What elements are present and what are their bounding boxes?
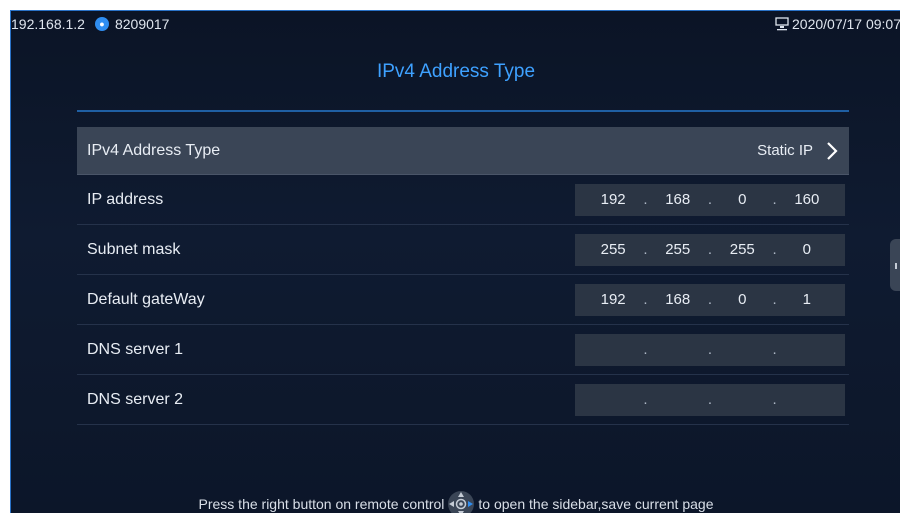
ip-dot: . (772, 341, 777, 358)
device-ip: 192.168.1.2 (11, 16, 85, 32)
ip-address-field[interactable]: 192 . 168 . 0 . 160 (575, 183, 845, 216)
ipv4-address-type-row[interactable]: IPv4 Address Type Static IP (77, 127, 849, 175)
hint-text-after: to open the sidebar,save current page (478, 496, 714, 512)
default-gateway-row: Default gateWay 192 . 168 . 0 . 1 (77, 275, 849, 325)
dns-server-2-row: DNS server 2 . . . (77, 375, 849, 425)
ip-dot: . (643, 241, 648, 258)
page-title: IPv4 Address Type (376, 61, 536, 82)
ip-dot: . (643, 291, 648, 308)
remote-dpad-icon (448, 491, 475, 513)
default-gateway-field[interactable]: 192 . 168 . 0 . 1 (575, 283, 845, 316)
ip-dot: . (772, 191, 777, 208)
ip-dot: . (772, 291, 777, 308)
row-label: Subnet mask (87, 240, 181, 258)
gateway-octet-4[interactable]: 1 (787, 291, 827, 308)
dns-server-1-field[interactable]: . . . (575, 333, 845, 366)
ip-dot: . (643, 391, 648, 408)
ip-dot: . (643, 191, 648, 208)
ip-dot: . (772, 391, 777, 408)
ip-dot: . (707, 241, 713, 258)
dns-server-1-row: DNS server 1 . . . (77, 325, 849, 375)
ip-dot: . (707, 391, 713, 408)
chevron-right-icon (827, 141, 838, 160)
gateway-octet-3[interactable]: 0 (722, 291, 762, 308)
address-type-value: Static IP (757, 142, 813, 159)
status-bar: 192.168.1.2 ● 8209017 2020/07/17 09:07 (11, 11, 900, 37)
remote-hint: Press the right button on remote control… (11, 489, 900, 513)
row-label: DNS server 2 (87, 390, 184, 408)
ip-octet-4[interactable]: 160 (787, 191, 827, 208)
sidebar-handle[interactable] (890, 239, 900, 291)
gateway-octet-2[interactable]: 168 (658, 291, 698, 308)
gateway-octet-1[interactable]: 192 (593, 291, 633, 308)
settings-list: IPv4 Address Type Static IP IP address 1… (77, 127, 849, 425)
ip-octet-1[interactable]: 192 (593, 191, 633, 208)
ip-dot: . (707, 341, 713, 358)
title-divider (77, 110, 849, 112)
datetime: 2020/07/17 09:07 (792, 16, 900, 32)
ip-dot: . (772, 241, 777, 258)
row-value: Static IP (757, 141, 839, 161)
status-left: 192.168.1.2 ● 8209017 (11, 16, 169, 32)
user-icon: ● (94, 17, 109, 31)
row-label: DNS server 1 (87, 340, 184, 358)
ip-address-row: IP address 192 . 168 . 0 . 160 (77, 175, 849, 225)
mask-octet-1[interactable]: 255 (593, 241, 633, 258)
status-right: 2020/07/17 09:07 (775, 16, 900, 32)
hint-text-before: Press the right button on remote control (198, 496, 445, 512)
mask-octet-4[interactable]: 0 (787, 241, 827, 258)
ip-dot: . (643, 341, 648, 358)
mask-octet-3[interactable]: 255 (722, 241, 762, 258)
network-icon (775, 17, 789, 31)
mask-octet-2[interactable]: 255 (658, 241, 698, 258)
row-label: IP address (87, 190, 164, 208)
account-number: 8209017 (114, 16, 170, 32)
ip-dot: . (707, 191, 713, 208)
ip-octet-2[interactable]: 168 (658, 191, 698, 208)
dns-server-2-field[interactable]: . . . (575, 383, 845, 416)
subnet-mask-row: Subnet mask 255 . 255 . 255 . 0 (77, 225, 849, 275)
subnet-mask-field[interactable]: 255 . 255 . 255 . 0 (575, 233, 845, 266)
screen: 192.168.1.2 ● 8209017 2020/07/17 09:07 I… (10, 10, 900, 513)
row-label: Default gateWay (87, 290, 205, 308)
row-label: IPv4 Address Type (87, 141, 221, 159)
ip-dot: . (707, 291, 713, 308)
ip-octet-3[interactable]: 0 (722, 191, 762, 208)
